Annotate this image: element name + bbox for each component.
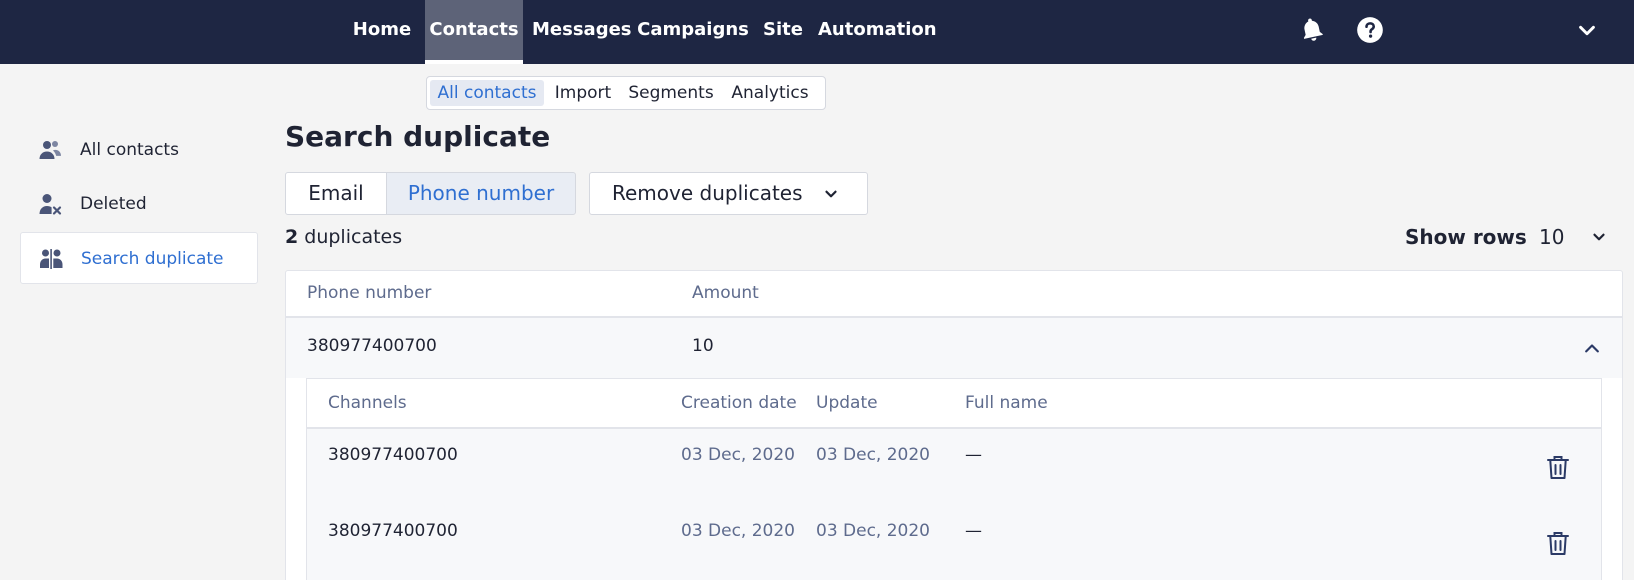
group-amount: 10 (692, 336, 714, 356)
creation-date-cell: 03 Dec, 2020 (681, 521, 796, 541)
chevron-down-icon (825, 190, 837, 198)
column-header-creation-date: Creation date (681, 393, 797, 413)
duplicate-users-icon (40, 249, 63, 269)
column-header-update: Update (816, 393, 878, 413)
column-header-phone-number[interactable]: Phone number (307, 271, 431, 316)
show-rows-select[interactable]: 10 (1539, 225, 1564, 249)
help-icon[interactable] (1356, 16, 1384, 44)
creation-date-cell: 03 Dec, 2020 (681, 445, 796, 465)
update-cell: 03 Dec, 2020 (816, 521, 931, 541)
sidebar-item-label: Deleted (80, 194, 147, 214)
bell-icon[interactable] (1298, 16, 1326, 44)
update-cell: 03 Dec, 2020 (816, 445, 931, 465)
column-header-amount[interactable]: Amount (692, 271, 759, 316)
sidebar-item-all-contacts[interactable]: All contacts (20, 124, 258, 176)
column-header-channels: Channels (328, 393, 407, 413)
sidebar-item-label: All contacts (80, 140, 179, 160)
nav-site[interactable]: Site (758, 0, 808, 64)
duplicate-details-table: Channels Creation date Update Full name … (306, 378, 1602, 580)
channel-cell: 380977400700 (328, 521, 458, 541)
full-name-cell: — (965, 445, 982, 465)
trash-icon[interactable] (1546, 531, 1570, 557)
page-title: Search duplicate (285, 120, 551, 153)
channel-cell: 380977400700 (328, 445, 458, 465)
subnav-all-contacts[interactable]: All contacts (430, 80, 544, 106)
subnav-analytics[interactable]: Analytics (722, 80, 818, 106)
sidebar-item-deleted[interactable]: Deleted (20, 178, 258, 230)
group-phone-number: 380977400700 (307, 336, 437, 356)
subnav-segments[interactable]: Segments (624, 80, 718, 106)
chevron-up-icon[interactable] (1582, 338, 1602, 358)
table-row: 380977400700 03 Dec, 2020 03 Dec, 2020 — (307, 429, 1601, 505)
column-header-full-name: Full name (965, 393, 1048, 413)
sidebar-item-search-duplicate[interactable]: Search duplicate (20, 232, 258, 284)
remove-duplicates-label: Remove duplicates (612, 181, 803, 205)
nav-home[interactable]: Home (348, 0, 416, 64)
nav-messages[interactable]: Messages (532, 0, 632, 64)
contacts-subnav: All contacts Import Segments Analytics (426, 76, 826, 110)
tab-phone-number[interactable]: Phone number (386, 172, 576, 215)
table-row[interactable]: 380977400700 10 (286, 318, 1622, 378)
top-navigation: Home Contacts Messages Campaigns Site Au… (0, 0, 1634, 64)
duplicates-count-value: 2 (285, 226, 299, 248)
chevron-down-icon[interactable] (1590, 228, 1608, 246)
nav-contacts[interactable]: Contacts (425, 0, 523, 64)
user-remove-icon (39, 194, 62, 215)
tab-email[interactable]: Email (285, 172, 387, 215)
contacts-icon (39, 141, 61, 159)
full-name-cell: — (965, 521, 982, 541)
remove-duplicates-button[interactable]: Remove duplicates (589, 172, 868, 215)
chevron-down-icon[interactable] (1576, 20, 1598, 42)
duplicates-count-text: duplicates (298, 226, 403, 248)
nav-campaigns[interactable]: Campaigns (637, 0, 749, 64)
duplicates-count: 2 duplicates (285, 226, 402, 248)
nav-automation[interactable]: Automation (818, 0, 937, 64)
duplicates-table: Phone number Amount 380977400700 10 Chan… (285, 270, 1623, 580)
trash-icon[interactable] (1546, 455, 1570, 481)
subnav-import[interactable]: Import (548, 80, 618, 106)
sidebar-item-label: Search duplicate (81, 249, 224, 269)
table-row: 380977400700 03 Dec, 2020 03 Dec, 2020 — (307, 505, 1601, 580)
show-rows-label: Show rows (1405, 225, 1527, 249)
